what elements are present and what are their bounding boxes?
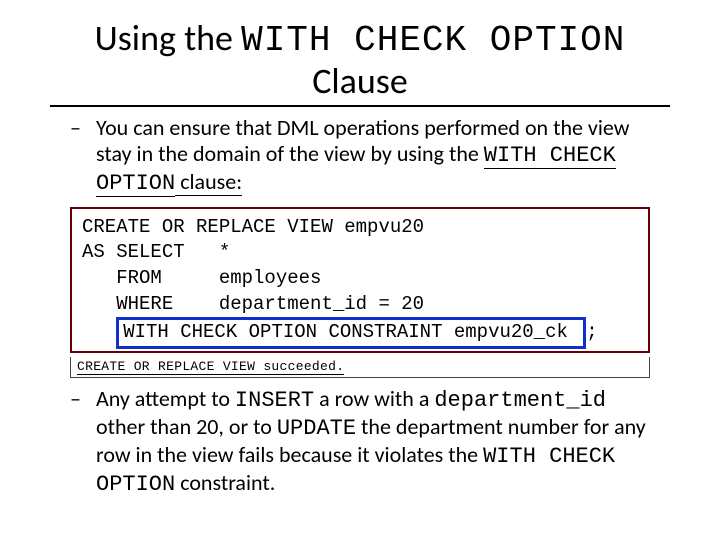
b2-p1: Any attempt to (96, 385, 235, 412)
b2-p2: a row with a (314, 385, 434, 412)
sql-line-4: WHERE department_id = 20 (82, 293, 424, 315)
sql-line-3: FROM employees (82, 267, 321, 289)
bullet-list-2: Any attempt to INSERT a row with a depar… (50, 386, 670, 498)
slide-title: Using the WITH CHECK OPTION Clause (50, 18, 670, 107)
title-post: Clause (312, 59, 408, 103)
sql-line-5b: ; (586, 321, 597, 343)
bullet1-post: clause: (175, 168, 242, 196)
b2-c3: UPDATE (277, 416, 356, 441)
title-pre: Using the (95, 16, 241, 60)
sql-highlight: WITH CHECK OPTION CONSTRAINT empvu20_ck (116, 317, 586, 349)
b2-c2: department_id (434, 388, 606, 413)
b2-p5: constraint. (175, 469, 275, 496)
bullet-2: Any attempt to INSERT a row with a depar… (80, 386, 660, 498)
b2-c1: INSERT (235, 388, 314, 413)
result-text: CREATE OR REPLACE VIEW succeeded. (77, 359, 344, 375)
sql-line-2: AS SELECT * (82, 241, 230, 263)
bullet-list: You can ensure that DML operations perfo… (50, 115, 670, 197)
bullet-1: You can ensure that DML operations perfo… (80, 115, 660, 197)
sql-code-box: CREATE OR REPLACE VIEW empvu20 AS SELECT… (70, 207, 650, 353)
b2-p3: other than 20, or to (96, 413, 277, 440)
slide: Using the WITH CHECK OPTION Clause You c… (0, 0, 720, 498)
sql-line-5a (82, 321, 116, 343)
sql-line-1: CREATE OR REPLACE VIEW empvu20 (82, 216, 424, 238)
title-code: WITH CHECK OPTION (241, 20, 625, 61)
result-box: CREATE OR REPLACE VIEW succeeded. (70, 357, 650, 378)
